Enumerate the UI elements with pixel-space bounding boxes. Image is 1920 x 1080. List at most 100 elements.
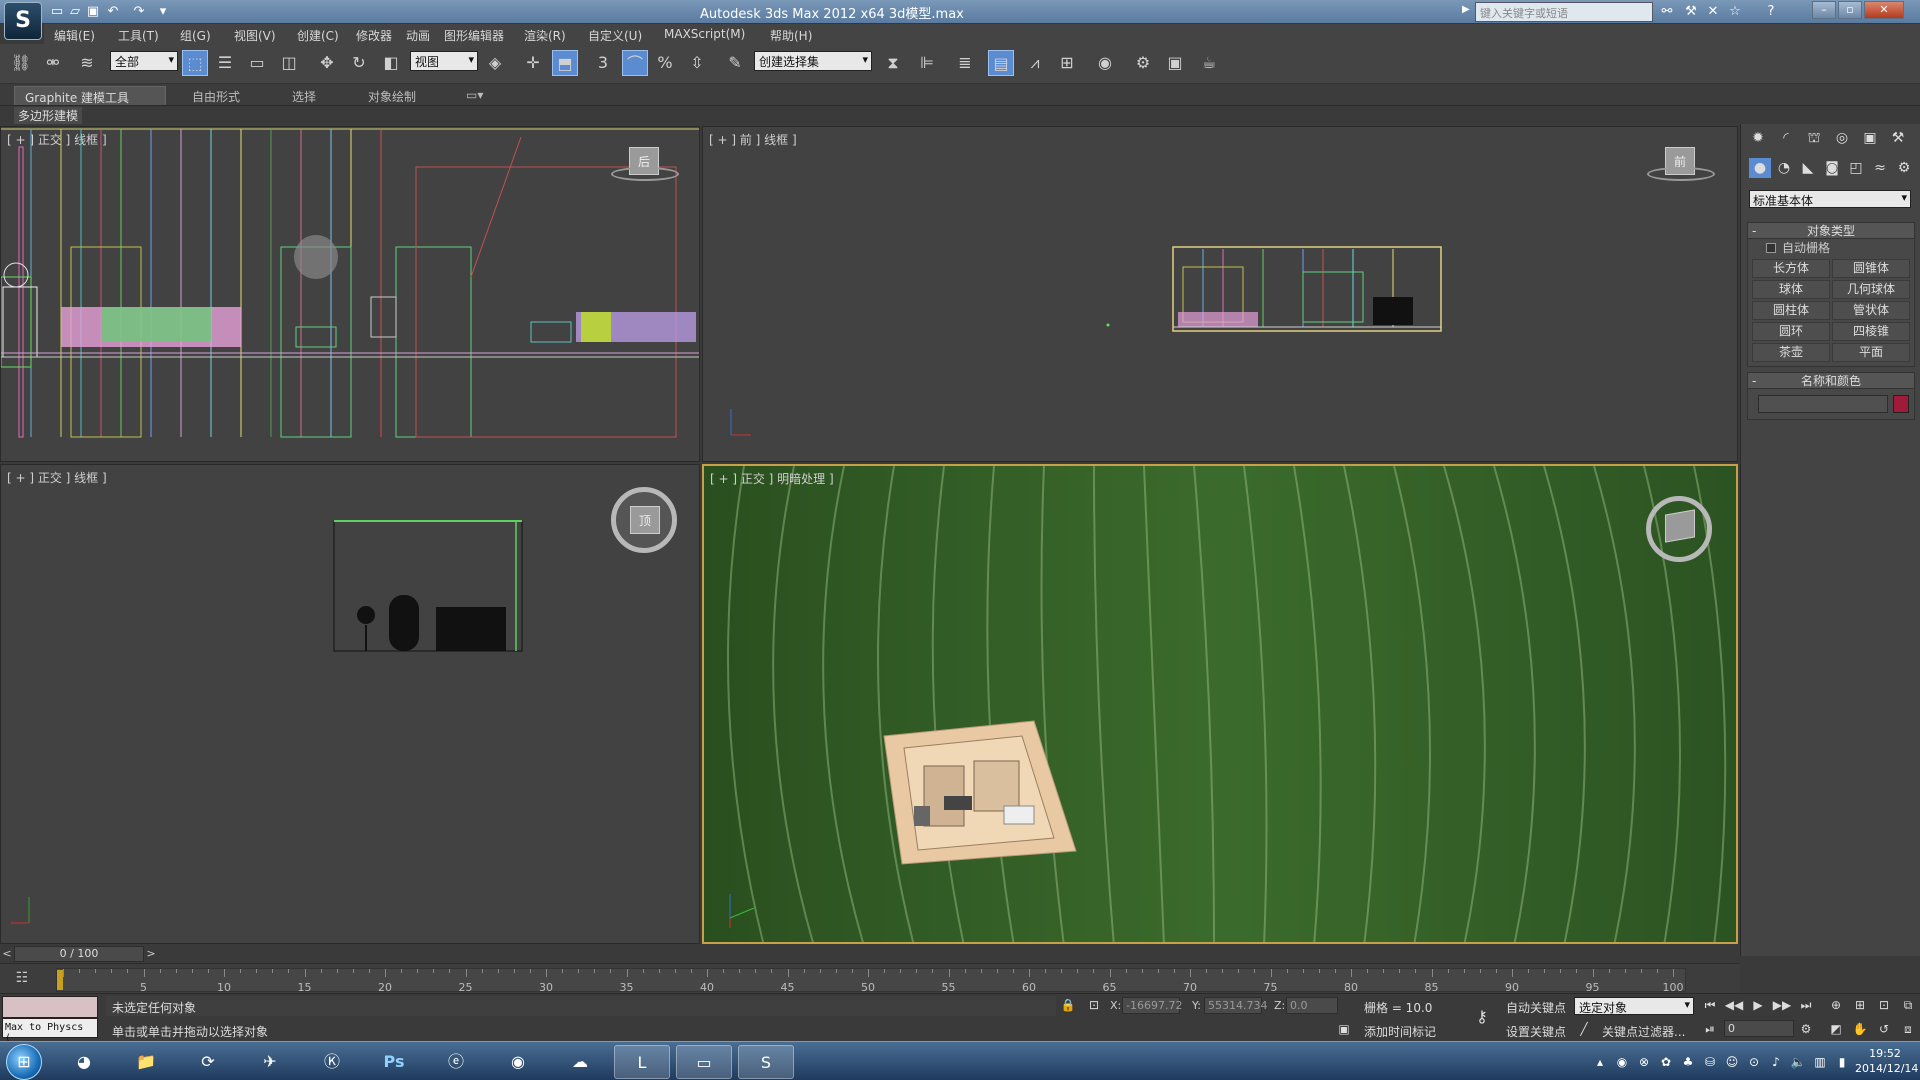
tab-graphite-modeling[interactable]: Graphite 建模工具 <box>14 86 166 105</box>
align-icon[interactable]: ⊫ <box>914 50 940 76</box>
tray-icon-6[interactable]: ☺ <box>1724 1054 1740 1070</box>
box-button[interactable]: 长方体 <box>1752 259 1830 278</box>
teapot-button[interactable]: 茶壶 <box>1752 343 1830 362</box>
layer-manager-icon[interactable]: ≣ <box>952 50 978 76</box>
curve-editor-mini-icon[interactable]: ☷ <box>12 970 32 988</box>
search-input[interactable]: 键入关键字或短语 <box>1475 2 1653 22</box>
start-button[interactable]: ⊞ <box>6 1044 42 1080</box>
cone-button[interactable]: 圆锥体 <box>1832 259 1910 278</box>
hierarchy-tab-icon[interactable]: ⛫ <box>1803 128 1825 148</box>
zoom-extents-icon[interactable]: ⊡ <box>1874 996 1894 1014</box>
open-file-icon[interactable]: ▱ <box>66 3 84 21</box>
tube-button[interactable]: 管状体 <box>1832 301 1910 320</box>
new-file-icon[interactable]: ▭ <box>48 3 66 21</box>
torus-button[interactable]: 圆环 <box>1752 322 1830 341</box>
favorites-icon[interactable]: ☆ <box>1726 3 1744 21</box>
ribbon-options-icon[interactable]: ▭▾ <box>456 86 493 105</box>
autogrid-row[interactable]: 自动栅格 <box>1748 239 1914 257</box>
taskbar-3dsmax[interactable]: S <box>738 1045 794 1079</box>
current-frame-field[interactable]: 0 <box>1724 1020 1794 1037</box>
key-icon[interactable]: ⚷ <box>1472 1008 1492 1026</box>
orbit-icon[interactable]: ↺ <box>1874 1020 1894 1038</box>
space-warps-icon[interactable]: ≈ <box>1869 158 1891 178</box>
tray-icon-1[interactable]: ◉ <box>1614 1054 1630 1070</box>
tray-icon-8[interactable]: ♪ <box>1768 1054 1784 1070</box>
rendered-frame-icon[interactable]: ▣ <box>1162 50 1188 76</box>
move-icon[interactable]: ✥ <box>314 50 340 76</box>
snaps-toggle-icon[interactable]: 3 <box>590 50 616 76</box>
viewport-bottom-right[interactable]: [ + ] 正交 ] 明暗处理 ] <box>702 464 1738 944</box>
edit-named-selection-icon[interactable]: ✎ <box>722 50 748 76</box>
key-tangent-icon[interactable]: ╱ <box>1574 1020 1594 1038</box>
taskbar-k-app[interactable]: Ⓚ <box>304 1045 360 1079</box>
schematic-view-icon[interactable]: ⊞ <box>1054 50 1080 76</box>
pivot-center-icon[interactable]: ◈ <box>482 50 508 76</box>
viewcube-face[interactable]: 顶 <box>630 506 660 534</box>
menu-graph-editors[interactable]: 图形编辑器 <box>444 27 504 44</box>
viewport-bottom-left[interactable]: [ + ] 正交 ] 线框 ] 顶 <box>0 464 700 944</box>
set-key-button[interactable]: 设置关键点 <box>1506 1023 1566 1040</box>
menu-create[interactable]: 创建(C) <box>297 27 339 44</box>
subscription-icon[interactable]: ⚒ <box>1682 3 1700 21</box>
object-color-swatch[interactable] <box>1893 395 1909 413</box>
network-icon[interactable]: ▥ <box>1812 1054 1828 1070</box>
window-crossing-icon[interactable]: ◫ <box>276 50 302 76</box>
graphite-toggle-icon[interactable]: ▤ <box>988 50 1014 76</box>
menu-customize[interactable]: 自定义(U) <box>588 27 642 44</box>
help-icon[interactable]: ? <box>1762 3 1780 21</box>
menu-help[interactable]: 帮助(H) <box>770 27 812 44</box>
goto-start-icon[interactable]: ⏮ <box>1700 996 1720 1014</box>
mirror-icon[interactable]: ⧗ <box>880 50 906 76</box>
select-by-name-icon[interactable]: ☰ <box>212 50 238 76</box>
taskbar-ie[interactable]: ⓔ <box>428 1045 484 1079</box>
lights-icon[interactable]: ◣ <box>1797 158 1819 178</box>
angle-snap-icon[interactable]: ⌒ <box>622 50 648 76</box>
object-type-header[interactable]: - 对象类型 <box>1748 223 1914 239</box>
menu-tools[interactable]: 工具(T) <box>118 27 159 44</box>
maximize-viewport-icon[interactable]: ⧈ <box>1898 1020 1918 1038</box>
viewcube-compass[interactable] <box>1647 167 1715 181</box>
goto-end-icon[interactable]: ⏭ <box>1796 996 1816 1014</box>
taskbar-clock[interactable]: 19:52 2014/12/14 <box>1855 1046 1918 1076</box>
maximize-button[interactable]: ▫ <box>1838 1 1862 19</box>
field-of-view-icon[interactable]: ◩ <box>1826 1020 1846 1038</box>
viewcube[interactable]: 后 <box>611 133 679 193</box>
quick-access-menu-icon[interactable]: ▾ <box>154 3 172 21</box>
tab-selection[interactable]: 选择 <box>282 86 326 105</box>
x-coordinate-field[interactable]: -16697.72 <box>1122 997 1182 1014</box>
sphere-button[interactable]: 球体 <box>1752 280 1830 299</box>
tray-icon-4[interactable]: ♣ <box>1680 1054 1696 1070</box>
tray-icon-5[interactable]: ⛁ <box>1702 1054 1718 1070</box>
zoom-all-icon[interactable]: ⊞ <box>1850 996 1870 1014</box>
time-tag-icon[interactable]: ▣ <box>1334 1020 1354 1038</box>
taskbar-explorer[interactable]: 📁 <box>118 1045 174 1079</box>
spinner-snap-icon[interactable]: ⇳ <box>684 50 710 76</box>
curve-editor-icon[interactable]: ⩘ <box>1022 50 1048 76</box>
modify-tab-icon[interactable]: ◜ <box>1775 128 1797 148</box>
display-tab-icon[interactable]: ▣ <box>1859 128 1881 148</box>
communication-icon[interactable]: ✕ <box>1704 3 1722 21</box>
viewcube[interactable]: 顶 <box>611 487 677 553</box>
cylinder-button[interactable]: 圆柱体 <box>1752 301 1830 320</box>
scale-icon[interactable]: ◧ <box>378 50 404 76</box>
motion-tab-icon[interactable]: ◎ <box>1831 128 1853 148</box>
signal-icon[interactable]: ▮ <box>1834 1054 1850 1070</box>
key-mode-toggle-icon[interactable]: ⏯ <box>1700 1020 1720 1038</box>
close-button[interactable]: ✕ <box>1864 1 1904 19</box>
geometry-category-select[interactable]: 标准基本体 <box>1749 190 1911 208</box>
viewcube-compass[interactable] <box>611 167 679 181</box>
cameras-icon[interactable]: ◙ <box>1821 158 1843 178</box>
tab-freeform[interactable]: 自由形式 <box>182 86 250 105</box>
autogrid-checkbox[interactable] <box>1766 243 1776 253</box>
menu-modifiers[interactable]: 修改器 <box>356 27 392 44</box>
pyramid-button[interactable]: 四棱锥 <box>1832 322 1910 341</box>
plane-button[interactable]: 平面 <box>1832 343 1910 362</box>
link-icon[interactable]: ⛓ <box>8 50 34 76</box>
keyboard-shortcut-override-icon[interactable]: ⬒ <box>552 50 578 76</box>
reference-coord-select[interactable]: 视图 <box>410 51 478 71</box>
tray-icon-7[interactable]: ⊙ <box>1746 1054 1762 1070</box>
add-time-tag[interactable]: 添加时间标记 <box>1364 1023 1436 1040</box>
geosphere-button[interactable]: 几何球体 <box>1832 280 1910 299</box>
utilities-tab-icon[interactable]: ⚒ <box>1887 128 1909 148</box>
time-slider-thumb[interactable]: 0 / 100 <box>14 946 144 962</box>
